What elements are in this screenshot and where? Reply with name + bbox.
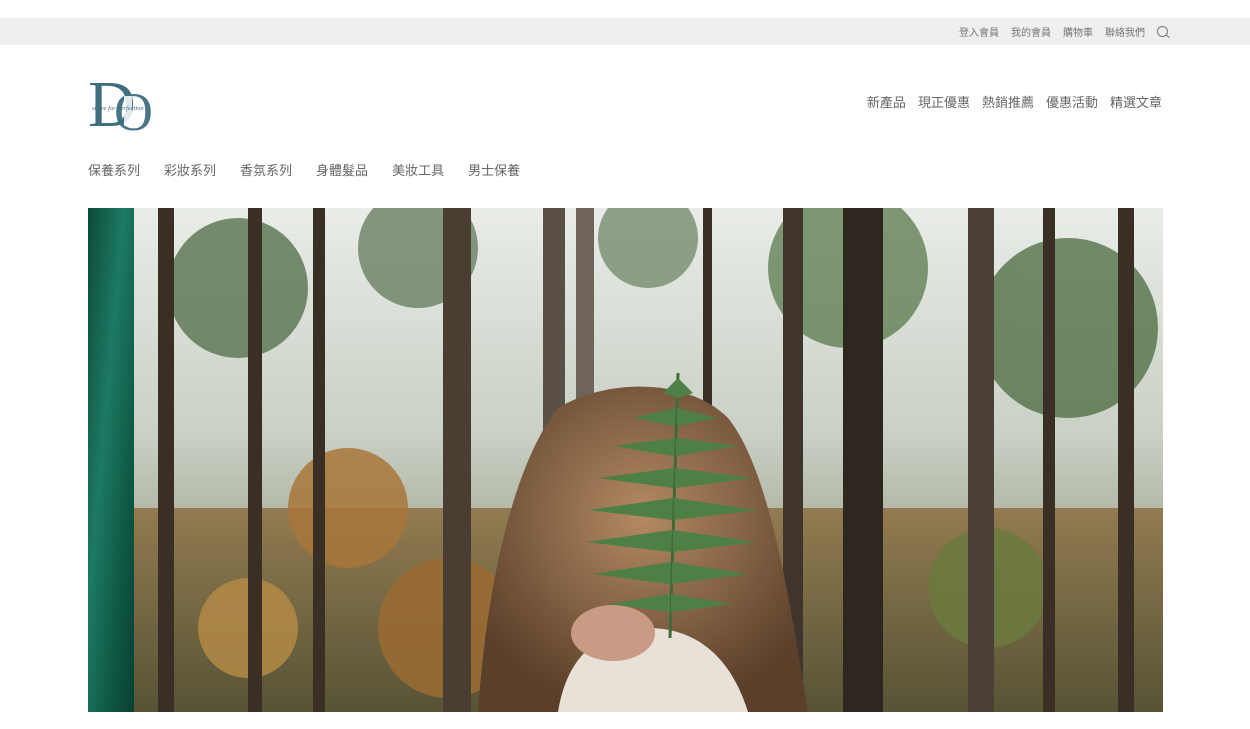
hero-accent-strip	[88, 208, 134, 712]
category-beauty-tools[interactable]: 美妝工具	[392, 160, 444, 179]
category-nav: 保養系列 彩妝系列 香氛系列 身體髮品 美妝工具 男士保養	[88, 160, 520, 179]
logo-mark: D O strive for perfection	[88, 68, 153, 142]
nav-current-offers[interactable]: 現正優惠	[918, 92, 970, 111]
brand-logo[interactable]: D O strive for perfection	[88, 66, 164, 142]
category-makeup[interactable]: 彩妝系列	[164, 160, 216, 179]
utility-nav: 登入會員 我的會員 購物車 聯絡我們	[959, 18, 1168, 45]
category-skincare[interactable]: 保養系列	[88, 160, 140, 179]
contact-link[interactable]: 聯絡我們	[1105, 24, 1145, 39]
nav-best-sellers[interactable]: 熱銷推薦	[982, 92, 1034, 111]
hero-banner[interactable]	[88, 208, 1163, 712]
nav-promotions[interactable]: 優惠活動	[1046, 92, 1098, 111]
cart-link[interactable]: 購物車	[1063, 24, 1093, 39]
search-icon[interactable]	[1157, 26, 1168, 37]
category-fragrance[interactable]: 香氛系列	[240, 160, 292, 179]
my-account-link[interactable]: 我的會員	[1011, 24, 1051, 39]
category-body-hair[interactable]: 身體髮品	[316, 160, 368, 179]
nav-featured-articles[interactable]: 精選文章	[1110, 92, 1162, 111]
woman-hand	[571, 605, 655, 661]
category-mens-care[interactable]: 男士保養	[468, 160, 520, 179]
top-utility-bar: 登入會員 我的會員 購物車 聯絡我們	[0, 18, 1250, 45]
hero-image	[88, 208, 1163, 712]
nav-new-products[interactable]: 新產品	[867, 92, 906, 111]
main-nav: 新產品 現正優惠 熱銷推薦 優惠活動 精選文章	[867, 92, 1162, 111]
login-link[interactable]: 登入會員	[959, 24, 999, 39]
logo-tagline: strive for perfection	[92, 105, 144, 112]
